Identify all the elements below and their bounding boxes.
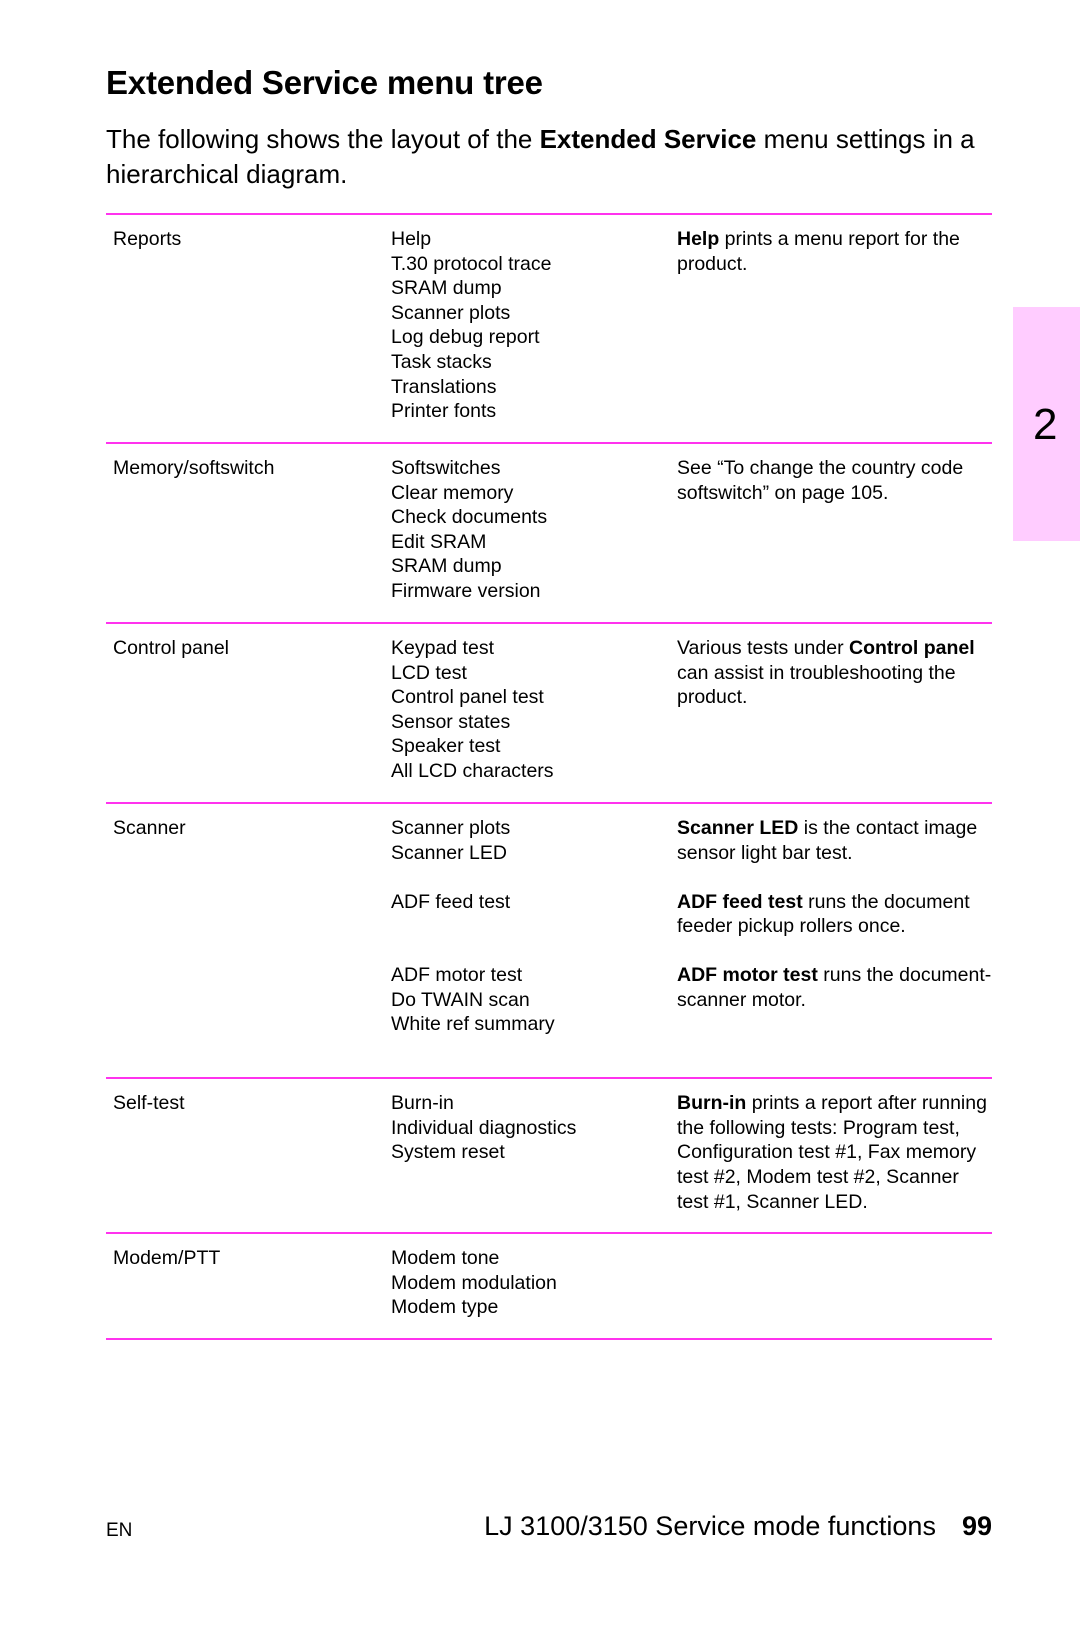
description-text: Various tests under xyxy=(677,637,849,659)
submenu-group: Softswitches Clear memory Check documents E… xyxy=(391,456,677,604)
submenu-item: Translations xyxy=(391,375,497,398)
description: Scanner LED is the contact image sensor … xyxy=(677,816,992,865)
submenu-item: LCD test xyxy=(391,661,467,684)
footer-language: EN xyxy=(106,1520,133,1541)
footer-doc-title: LJ 3100/3150 Service mode functions xyxy=(484,1511,936,1541)
submenu-item: SRAM dump xyxy=(391,277,502,300)
menu-category: Modem/PTT xyxy=(113,1247,221,1270)
submenu-item: Task stacks xyxy=(391,350,492,373)
submenu-item: ADF motor test xyxy=(391,964,523,987)
submenu-group: ADF motor test Do TWAIN scan White ref sum… xyxy=(391,963,677,1037)
submenu-group: Burn-in Individual diagnostics System rese… xyxy=(391,1091,677,1214)
submenu-item: Sensor states xyxy=(391,710,511,733)
description-column: Burn-in prints a report after running th… xyxy=(677,1079,992,1232)
submenu-item: Speaker test xyxy=(391,735,501,758)
submenu-item: Softswitches xyxy=(391,457,501,479)
description: Help prints a menu report for the produc… xyxy=(677,227,992,424)
table-row: Modem/PTT Modem tone Modem modulation Modem… xyxy=(106,1232,992,1341)
submenu-item: Individual diagnostics xyxy=(391,1116,577,1139)
submenu-list: Help T.30 protocol trace SRAM dump Scanner … xyxy=(391,215,677,442)
submenu-list: Softswitches Clear memory Check documents E… xyxy=(391,444,677,622)
footer-title: LJ 3100/3150 Service mode functions 99 xyxy=(484,1511,992,1542)
menu-tree-table: Reports Help T.30 protocol trace SRAM dump S… xyxy=(106,213,992,1341)
menu-category: Memory/softswitch xyxy=(113,457,275,479)
submenu-group: Scanner plots Scanner LED xyxy=(391,816,677,865)
page-title: Extended Service menu tree xyxy=(106,64,543,101)
submenu-item: Help xyxy=(391,228,432,250)
intro-bold: Extended Service xyxy=(539,124,757,154)
submenu-item: Scanner plots xyxy=(391,817,511,839)
submenu-item: SRAM dump xyxy=(391,555,502,578)
submenu-item: Modem modulation xyxy=(391,1271,557,1294)
submenu-list: Keypad test LCD test Control panel test Sen… xyxy=(391,624,677,802)
intro-paragraph: The following shows the layout of the Ex… xyxy=(106,122,1006,192)
description: ADF motor test runs the document-scanner… xyxy=(677,963,992,1037)
menu-category: Self-test xyxy=(113,1092,185,1115)
description-term: ADF motor test xyxy=(677,964,818,987)
submenu-group: ADF feed test xyxy=(391,890,677,939)
description-term: Control panel xyxy=(848,637,975,659)
submenu-item: Scanner LED xyxy=(391,841,507,864)
menu-category: Reports xyxy=(113,228,182,250)
description-term: Burn-in xyxy=(677,1092,747,1115)
submenu-item: Do TWAIN scan xyxy=(391,988,530,1011)
description: Various tests under Control panel can as… xyxy=(677,636,992,784)
submenu-list: Burn-in Individual diagnostics System rese… xyxy=(391,1079,677,1232)
submenu-item: Keypad test xyxy=(391,637,494,659)
description-column xyxy=(677,1234,992,1338)
submenu-item: Edit SRAM xyxy=(391,530,487,553)
submenu-group: Keypad test LCD test Control panel test Sen… xyxy=(391,636,677,784)
submenu-item: Check documents xyxy=(391,506,548,529)
chapter-number: 2 xyxy=(1033,400,1058,449)
submenu-item: T.30 protocol trace xyxy=(391,252,552,275)
description-text: can assist in troubleshooting the produc… xyxy=(677,661,956,709)
submenu-item: White ref summary xyxy=(391,1013,555,1036)
menu-category: Scanner xyxy=(113,817,186,839)
submenu-item: Control panel test xyxy=(391,686,544,709)
description-column: Various tests under Control panel can as… xyxy=(677,624,992,802)
submenu-item: Clear memory xyxy=(391,481,514,504)
description: Burn-in prints a report after running th… xyxy=(677,1091,992,1214)
description: ADF feed test runs the document feeder p… xyxy=(677,890,992,939)
description-term: ADF feed test xyxy=(677,890,803,913)
table-row: Control panel Keypad test LCD test Control … xyxy=(106,622,992,802)
submenu-item: Firmware version xyxy=(391,579,541,602)
description-column: See “To change the country code softswit… xyxy=(677,444,992,622)
submenu-item: ADF feed test xyxy=(391,890,511,913)
submenu-item: Modem type xyxy=(391,1296,499,1319)
page-number: 99 xyxy=(961,1511,992,1541)
submenu-item: Modem tone xyxy=(391,1247,500,1270)
description-text: prints a menu report for the product. xyxy=(677,228,960,275)
description-column: Help prints a menu report for the produc… xyxy=(677,215,992,442)
submenu-item: Burn-in xyxy=(391,1092,454,1115)
submenu-item: Log debug report xyxy=(391,326,540,349)
description-term: Help xyxy=(677,228,720,250)
description xyxy=(677,1246,992,1320)
submenu-item: Scanner plots xyxy=(391,301,511,324)
table-row: Memory/softswitch Softswitches Clear memor… xyxy=(106,442,992,622)
submenu-item: All LCD characters xyxy=(391,759,554,782)
description-text: See “To change the country code softswit… xyxy=(677,457,964,504)
chapter-tab: 2 xyxy=(1013,307,1080,541)
submenu-group: Help T.30 protocol trace SRAM dump Scanner … xyxy=(391,227,677,424)
description-column: Scanner LED is the contact image sensor … xyxy=(677,804,992,1077)
description-term: Scanner LED xyxy=(677,817,799,839)
submenu-item: System reset xyxy=(391,1141,505,1164)
submenu-item: Printer fonts xyxy=(391,400,497,423)
intro-text: The following shows the layout of the xyxy=(106,124,540,154)
description: See “To change the country code softswit… xyxy=(677,456,992,604)
submenu-group: Modem tone Modem modulation Modem type xyxy=(391,1246,677,1320)
table-row: Reports Help T.30 protocol trace SRAM dump S… xyxy=(106,213,992,442)
table-row: Self-test Burn-in Individual diagnostics Sy… xyxy=(106,1077,992,1232)
submenu-list: Scanner plots Scanner LED ADF feed test ADF… xyxy=(391,804,677,1077)
submenu-list: Modem tone Modem modulation Modem type xyxy=(391,1234,677,1338)
menu-category: Control panel xyxy=(113,637,229,659)
table-row: Scanner Scanner plots Scanner LED ADF feed … xyxy=(106,802,992,1077)
